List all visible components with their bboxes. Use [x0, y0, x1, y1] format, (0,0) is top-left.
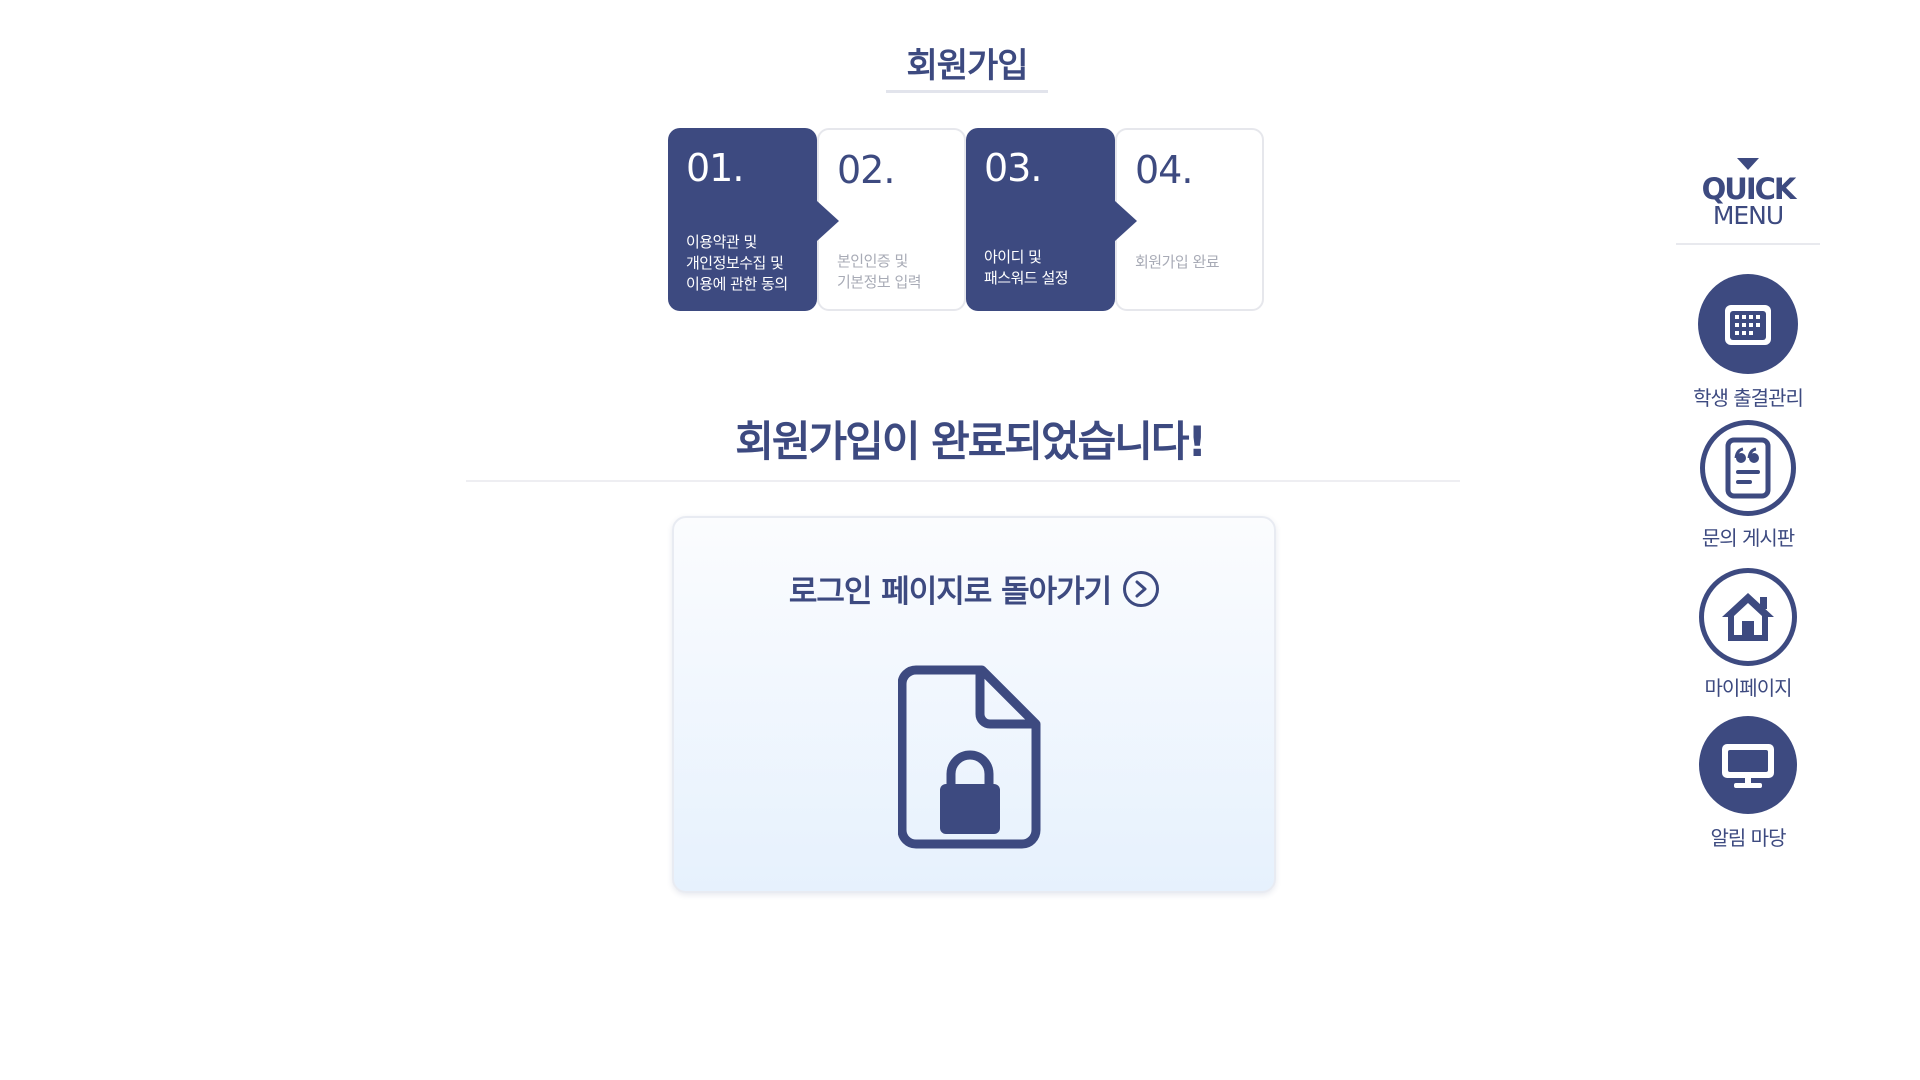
document-lock-icon: [897, 662, 1048, 856]
quick-item-mypage[interactable]: 마이페이지: [1676, 568, 1820, 708]
complete-message: 회원가입이 완료되었습니다!: [735, 417, 1206, 466]
divider: [466, 480, 1460, 482]
step-number: 01.: [686, 146, 744, 190]
step-1: 01. 이용약관 및 개인정보수집 및 이용에 관한 동의: [668, 128, 839, 311]
chevron-right-icon: [1123, 570, 1160, 607]
step-4: 04. 회원가입 완료: [1115, 128, 1264, 311]
quick-menu-title: QUICK: [1701, 172, 1797, 206]
quick-item-attendance[interactable]: 학생 출결관리: [1676, 274, 1820, 414]
step-number: 04.: [1135, 148, 1193, 192]
step-description: 아이디 및 패스워드 설정: [984, 248, 1069, 287]
calendar-icon: [1698, 274, 1798, 374]
caret-down-icon: [1737, 158, 1759, 170]
monitor-icon: [1699, 716, 1797, 814]
step-3: 03. 아이디 및 패스워드 설정: [966, 128, 1137, 311]
step-description: 회원가입 완료: [1135, 253, 1220, 271]
step-2: 02. 본인인증 및 기본정보 입력: [817, 128, 966, 311]
page-title: 회원가입: [906, 46, 1028, 86]
step-description: 이용약관 및 개인정보수집 및 이용에 관한 동의: [686, 233, 788, 293]
quote-document-icon: [1700, 420, 1796, 516]
quick-menu-subtitle: MENU: [1712, 201, 1784, 230]
quick-item-inquiry[interactable]: 문의 게시판: [1676, 420, 1820, 560]
quick-item-label: 학생 출결관리: [1693, 386, 1804, 410]
quick-item-label: 알림 마당: [1710, 826, 1787, 850]
quick-item-label: 문의 게시판: [1701, 526, 1795, 550]
step-number: 03.: [984, 146, 1042, 190]
signup-complete-page: 회원가입 01. 이용약관 및 개인정보수집 및 이용에 관한 동의 02. 본…: [0, 0, 1920, 1080]
back-to-login-label: 로그인 페이지로 돌아가기: [788, 574, 1112, 610]
step-arrow-icon: [817, 201, 839, 241]
step-description: 본인인증 및 기본정보 입력: [837, 252, 922, 291]
quick-item-notice[interactable]: 알림 마당: [1676, 716, 1820, 856]
step-number: 02.: [837, 148, 895, 192]
step-arrow-icon: [1115, 201, 1137, 241]
signup-steps: 01. 이용약관 및 개인정보수집 및 이용에 관한 동의 02. 본인인증 및…: [668, 128, 1264, 311]
quick-item-label: 마이페이지: [1704, 676, 1793, 700]
quick-menu-divider: [1676, 243, 1820, 245]
back-to-login-card[interactable]: 로그인 페이지로 돌아가기: [672, 516, 1276, 893]
title-underline: [886, 90, 1048, 93]
home-icon: [1699, 568, 1797, 666]
back-to-login-link[interactable]: 로그인 페이지로 돌아가기: [674, 566, 1274, 611]
